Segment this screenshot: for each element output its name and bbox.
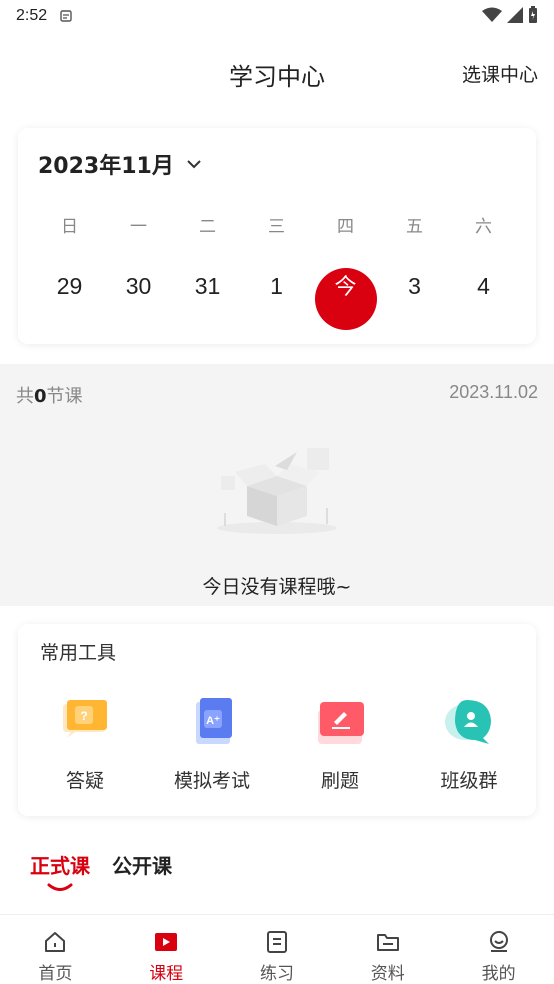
weekday-label: 二 (199, 217, 216, 237)
tab-formal-course[interactable]: 正式课 (30, 850, 90, 891)
profile-icon (489, 931, 508, 952)
status-time: 2:52 (16, 7, 48, 24)
tool-label: 刷题 (320, 770, 359, 792)
weekday-label: 六 (475, 217, 492, 237)
lesson-date: 2023.11.02 (449, 382, 538, 402)
nav-course[interactable]: 课程 (111, 915, 222, 984)
date-row: 29 30 31 1 今 3 4 (18, 266, 536, 330)
empty-box-icon (217, 448, 337, 534)
weekday-row: 日 一 二 三 四 五 六 (18, 212, 536, 237)
weekday-label: 一 (130, 217, 147, 237)
weekday-label: 五 (406, 217, 423, 237)
empty-state-text: 今日没有课程哦~ (202, 576, 352, 598)
mock-exam-icon: A⁺ (196, 698, 232, 744)
date-cell[interactable]: 30 (104, 266, 173, 328)
month-label: 2023年11月 (38, 154, 174, 179)
month-selector[interactable]: 2023年11月 (38, 148, 202, 180)
date-cell[interactable]: 4 (449, 266, 518, 328)
status-bar: 2:52 (0, 0, 554, 32)
weekday-label: 三 (268, 217, 285, 237)
battery-icon (529, 6, 537, 23)
top-header: 学习中心 选课中心 (0, 44, 554, 104)
date-cell[interactable]: 31 (173, 266, 242, 328)
wifi-icon (482, 7, 502, 22)
weekday-label: 四 (337, 217, 354, 237)
weekday-label: 日 (61, 217, 78, 237)
tab-open-course[interactable]: 公开课 (112, 850, 172, 879)
course-play-icon (155, 933, 178, 951)
practice-icon (318, 702, 364, 744)
nav-materials[interactable]: 资料 (332, 915, 443, 984)
bottom-nav: 首页 课程 练习 资料 我的 (0, 914, 554, 984)
tool-qa[interactable]: ? 答疑 (20, 694, 150, 793)
calendar-card: 2023年11月 日 一 二 三 四 五 六 29 30 31 1 今 3 4 (18, 128, 536, 344)
svg-text:A⁺: A⁺ (206, 715, 220, 727)
nav-label: 练习 (259, 964, 294, 984)
tools-card: 常用工具 ? 答疑 A⁺ 模拟考试 刷题 班级群 (18, 624, 536, 816)
tool-label: 答疑 (65, 770, 104, 792)
date-cell[interactable]: 29 (35, 266, 104, 328)
nav-label: 首页 (38, 964, 73, 984)
lesson-count: 共0节课 (16, 386, 83, 407)
practice-doc-icon (266, 931, 287, 953)
tools-title: 常用工具 (40, 642, 117, 664)
page-title: 学习中心 (229, 62, 325, 91)
nav-home[interactable]: 首页 (0, 915, 111, 984)
nav-profile[interactable]: 我的 (443, 915, 554, 984)
tool-mock-exam[interactable]: A⁺ 模拟考试 (147, 694, 277, 793)
date-cell-today[interactable]: 今 (311, 266, 380, 330)
tool-label: 模拟考试 (173, 770, 250, 792)
cell-signal-icon (507, 7, 523, 23)
qa-bubble-icon: ? (63, 700, 107, 738)
tool-label: 班级群 (440, 770, 498, 792)
date-cell[interactable]: 1 (242, 266, 311, 328)
class-group-icon (445, 700, 491, 744)
date-cell[interactable]: 3 (380, 266, 449, 328)
course-tabs: 正式课 公开课 (30, 850, 172, 891)
home-icon (45, 932, 66, 952)
nav-label: 资料 (370, 964, 405, 984)
tool-practice[interactable]: 刷题 (275, 694, 405, 793)
lesson-section: 共0节课 2023.11.02 今日没有课程哦~ (0, 364, 554, 606)
folder-icon (376, 934, 399, 951)
course-center-link[interactable]: 选课中心 (462, 60, 538, 87)
chevron-down-icon (187, 160, 201, 169)
tab-active-indicator (47, 883, 73, 891)
sim-card-icon (60, 10, 72, 22)
tool-class-group[interactable]: 班级群 (404, 694, 534, 793)
svg-text:?: ? (80, 709, 87, 723)
nav-label: 我的 (481, 964, 516, 984)
nav-practice[interactable]: 练习 (222, 915, 333, 984)
nav-label: 课程 (149, 964, 184, 984)
